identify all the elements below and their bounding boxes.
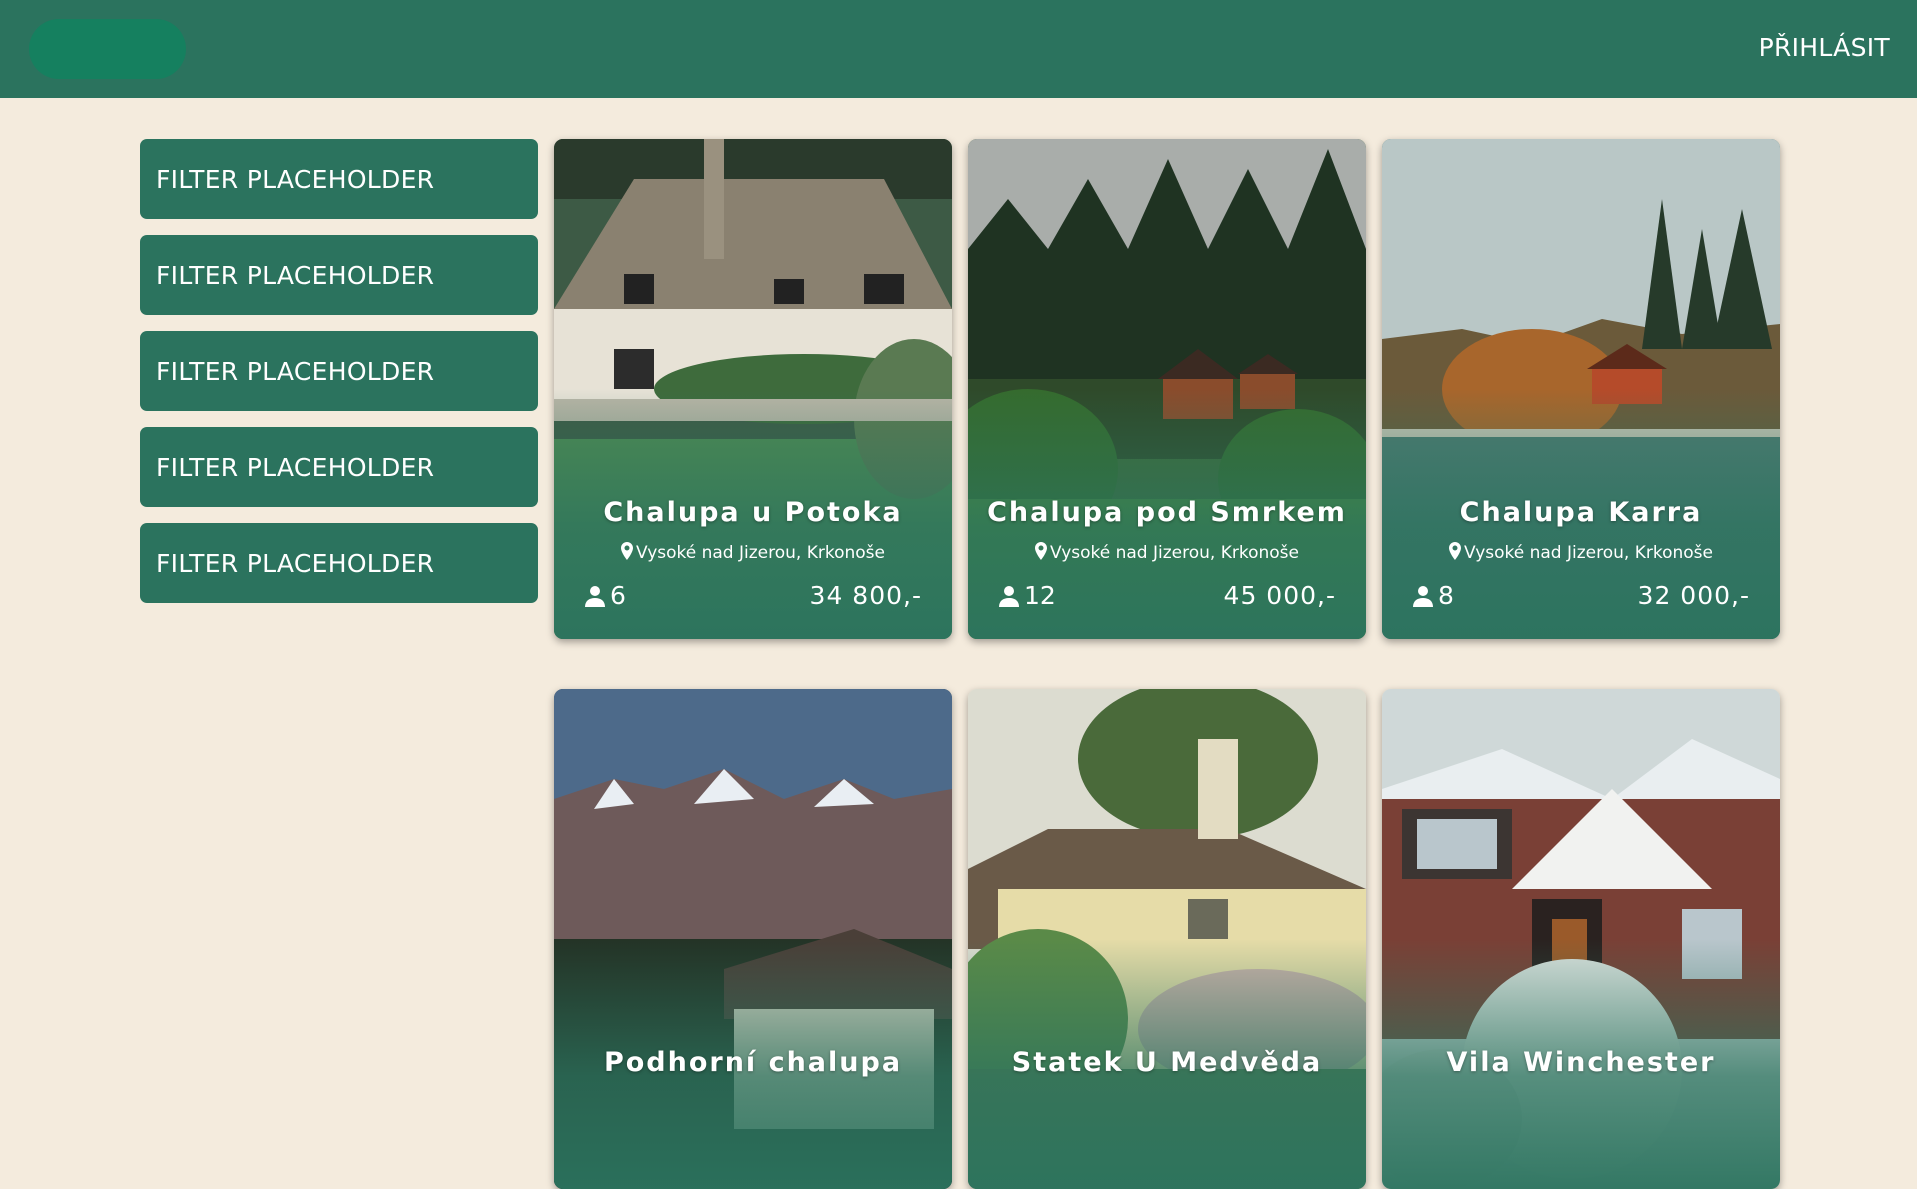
filter-button[interactable]: FILTER PLACEHOLDER — [140, 427, 538, 507]
person-icon — [585, 585, 605, 607]
login-link[interactable]: PŘIHLÁSIT — [1759, 33, 1890, 62]
listing-card[interactable]: Podhorní chalupa — [554, 689, 952, 1189]
listing-card[interactable]: Chalupa Karra Vysoké nad Jizerou, Krkono… — [1382, 139, 1780, 639]
listing-title: Statek U Medvěda — [1011, 1047, 1323, 1078]
listing-card[interactable]: Vila Winchester — [1382, 689, 1780, 1189]
filter-button[interactable]: FILTER PLACEHOLDER — [140, 235, 538, 315]
filter-button[interactable]: FILTER PLACEHOLDER — [140, 523, 538, 603]
logo[interactable] — [29, 19, 186, 79]
listing-title: Podhorní chalupa — [603, 1047, 903, 1078]
filter-sidebar: FILTER PLACEHOLDER FILTER PLACEHOLDER FI… — [140, 139, 538, 619]
listing-price: 45 000,- — [1223, 581, 1336, 610]
listing-card[interactable]: Chalupa pod Smrkem Vysoké nad Jizerou, K… — [968, 139, 1366, 639]
listing-location: Vysoké nad Jizerou, Krkonoše — [636, 543, 885, 563]
filter-button[interactable]: FILTER PLACEHOLDER — [140, 331, 538, 411]
listing-title: Vila Winchester — [1446, 1047, 1716, 1078]
listing-location: Vysoké nad Jizerou, Krkonoše — [1050, 543, 1299, 563]
listing-price: 34 800,- — [809, 581, 922, 610]
listing-title: Chalupa Karra — [1459, 497, 1703, 528]
map-pin-icon — [621, 542, 634, 560]
listing-capacity: 12 — [1024, 581, 1056, 610]
listing-location: Vysoké nad Jizerou, Krkonoše — [1464, 543, 1713, 563]
map-pin-icon — [1035, 542, 1048, 560]
person-icon — [1413, 585, 1433, 607]
filter-button[interactable]: FILTER PLACEHOLDER — [140, 139, 538, 219]
listing-card[interactable]: Chalupa u Potoka Vysoké nad Jizerou, Krk… — [554, 139, 952, 639]
listing-capacity: 8 — [1438, 581, 1454, 610]
listing-capacity: 6 — [610, 581, 626, 610]
listing-price: 32 000,- — [1637, 581, 1750, 610]
person-icon — [999, 585, 1019, 607]
listing-card[interactable]: Statek U Medvěda — [968, 689, 1366, 1189]
listing-title: Chalupa u Potoka — [603, 497, 903, 528]
top-bar: PŘIHLÁSIT — [0, 0, 1917, 98]
listing-title: Chalupa pod Smrkem — [987, 497, 1347, 528]
map-pin-icon — [1449, 542, 1462, 560]
